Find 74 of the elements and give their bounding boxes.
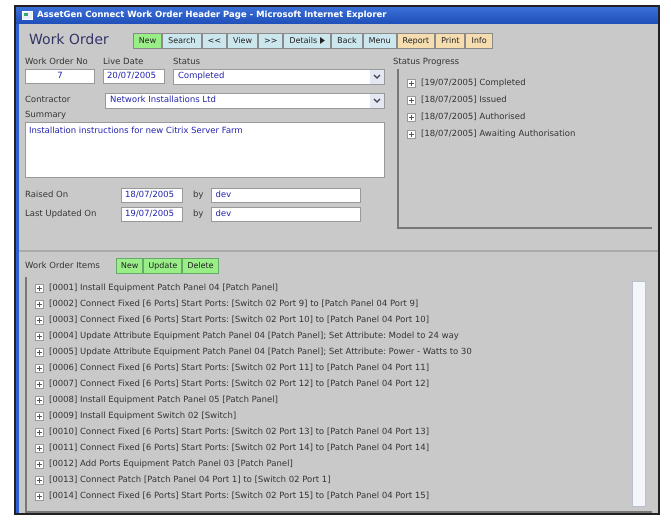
tree-item[interactable]: [0001] Install Equipment Patch Panel 04 [Patch Panel] — [49, 282, 278, 294]
expand-icon — [407, 112, 416, 122]
browser-icon — [22, 11, 33, 20]
expand-icon — [35, 332, 44, 340]
expand-icon — [35, 348, 44, 356]
item-action-button[interactable]: Delete — [182, 258, 219, 274]
expand-icon — [35, 492, 44, 500]
tree-item[interactable]: [0002] Connect Fixed [6 Ports] Start Ports: [Switch 02 Port 9] to [Patch Panel 04 Port 9] — [49, 298, 418, 310]
window-title: AssetGen Connect Work Order Header Page - Microsoft Internet Explorer — [37, 9, 386, 22]
tree-item[interactable]: [0007] Connect Fixed [6 Ports] Start Ports: [Switch 02 Port 12] to [Patch Panel 04 Port 12] — [49, 378, 430, 390]
toolbar-button[interactable]: Search — [162, 32, 202, 48]
tree-item[interactable]: [0011] Connect Fixed [6 Ports] Start Ports: [Switch 02 Port 14] to [Patch Panel 04 Port 14] — [49, 442, 430, 454]
expand-icon — [407, 78, 416, 88]
expand-icon — [35, 444, 44, 452]
input-field[interactable]: 18/07/2005 — [121, 188, 183, 202]
scrollbar[interactable] — [632, 281, 646, 507]
field-label: by — [193, 208, 204, 220]
item-action-button[interactable]: Update — [143, 258, 182, 274]
expand-icon — [407, 96, 416, 105]
toolbar-button[interactable]: New — [132, 32, 162, 48]
tree-item[interactable]: [18/07/2005] Authorised — [421, 110, 526, 124]
input-field[interactable]: dev — [211, 188, 362, 202]
input-field[interactable]: dev — [211, 206, 362, 222]
expand-icon — [35, 316, 44, 324]
tree-item[interactable]: [19/07/2005] Completed — [421, 76, 526, 90]
expand-icon — [35, 284, 44, 292]
tree-item[interactable]: [18/07/2005] Issued — [421, 94, 507, 107]
page-title: Work Order — [29, 31, 109, 50]
section-label: Work Order Items — [25, 260, 100, 272]
expand-icon — [35, 412, 44, 420]
expand-icon — [35, 300, 44, 308]
tree-item[interactable]: [0006] Connect Fixed [6 Ports] Start Ports: [Switch 02 Port 11] to [Patch Panel 04 Port 11] — [49, 362, 430, 374]
field-label: Live Date — [103, 56, 144, 69]
status-dropdown[interactable]: Completed — [173, 68, 385, 85]
tree-item[interactable]: [0004] Update Attribute Equipment Patch Panel 04 [Patch Panel]; Set Attribute: Model to 24 way — [49, 330, 459, 342]
field-label: Summary — [25, 108, 68, 122]
field-label: Contractor — [25, 94, 72, 108]
toolbar-button[interactable]: Menu — [362, 32, 397, 48]
tree-item[interactable]: [0010] Connect Fixed [6 Ports] Start Ports: [Switch 02 Port 13] to [Patch Panel 04 Port 13] — [49, 426, 430, 438]
tree-item[interactable]: [0009] Install Equipment Switch 02 [Switch] — [49, 410, 236, 422]
expand-icon — [407, 130, 416, 139]
toolbar-button[interactable]: Report — [396, 32, 436, 48]
field-label: Work Order No — [25, 56, 89, 69]
contractor-dropdown[interactable]: Network Installations Ltd — [105, 92, 385, 109]
summary-field[interactable]: Installation instructions for new Citrix Server Farm — [25, 122, 385, 178]
toolbar-button[interactable]: >> — [258, 32, 284, 48]
section-label: Status Progress — [393, 56, 460, 69]
expand-icon — [35, 396, 44, 404]
expand-icon — [35, 460, 44, 468]
field-label: Last Updated On — [25, 208, 98, 220]
toolbar-button[interactable]: Info — [465, 32, 493, 48]
input-field[interactable]: 20/07/2005 — [103, 68, 165, 84]
field-label: Raised On — [25, 188, 70, 202]
tree-item[interactable]: [0003] Connect Fixed [6 Ports] Start Ports: [Switch 02 Port 10] to [Patch Panel 04 Port 10] — [49, 314, 430, 326]
tree-item[interactable]: [18/07/2005] Awaiting Authorisation — [421, 128, 576, 141]
expand-icon — [35, 476, 44, 484]
expand-icon — [35, 364, 44, 372]
item-action-button[interactable]: New — [116, 258, 144, 274]
toolbar-button[interactable]: Details — [283, 32, 332, 48]
tree-item[interactable]: [0008] Install Equipment Patch Panel 05 [Patch Panel] — [49, 394, 278, 406]
field-label: Status — [173, 56, 202, 69]
expand-icon — [35, 380, 44, 388]
toolbar-button[interactable]: View — [227, 32, 258, 48]
tree-item[interactable]: [0005] Update Attribute Equipment Patch Panel 04 [Patch Panel]; Set Attribute: Power - Watts to 30 — [49, 346, 472, 358]
expand-icon — [35, 428, 44, 436]
toolbar-button[interactable]: Print — [435, 32, 466, 48]
tree-item[interactable]: [0014] Connect Fixed [6 Ports] Start Ports: [Switch 02 Port 15] to [Patch Panel 04 Port 15] — [49, 490, 430, 502]
field-label: by — [193, 188, 204, 202]
tree-item[interactable]: [0013] Connect Patch [Patch Panel 04 Port 1] to [Switch 02 Port 1] — [49, 474, 331, 486]
input-field[interactable]: 19/07/2005 — [121, 206, 183, 222]
input-field[interactable]: 7 — [25, 68, 95, 84]
toolbar-button[interactable]: << — [202, 32, 228, 48]
tree-item[interactable]: [0012] Add Ports Equipment Patch Panel 03 [Patch Panel] — [49, 458, 293, 470]
toolbar-button[interactable]: Back — [331, 32, 363, 48]
